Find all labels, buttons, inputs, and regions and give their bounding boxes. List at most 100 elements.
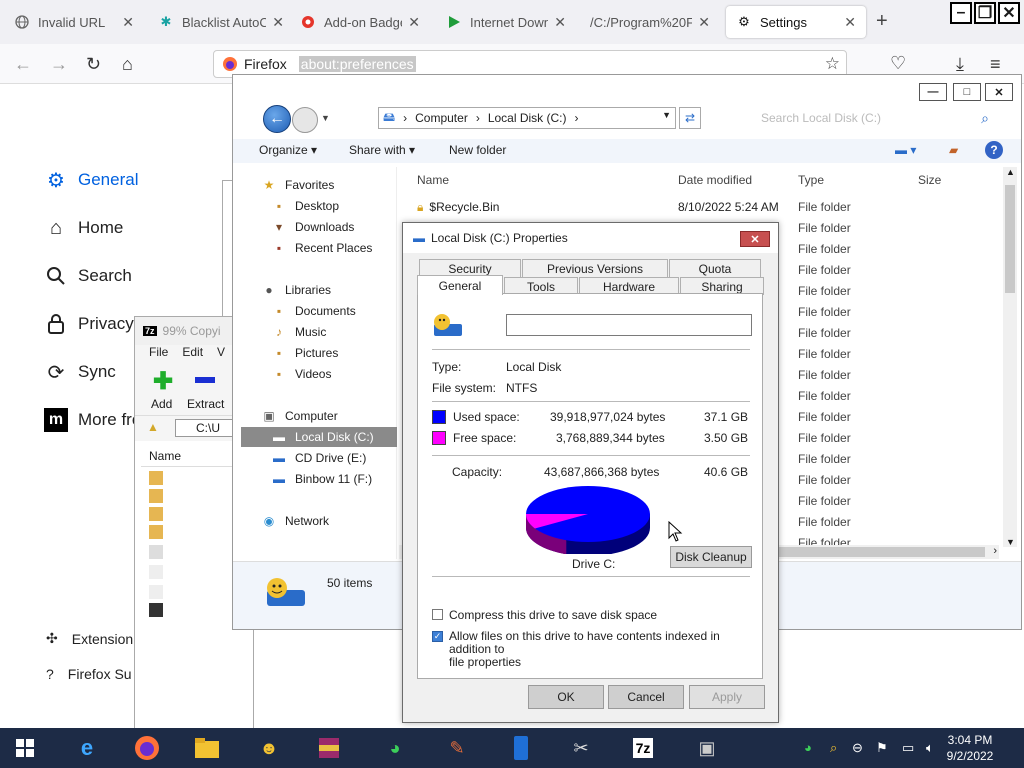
- add-label[interactable]: Add: [151, 397, 172, 411]
- index-files-checkbox[interactable]: ✓ Allow files on this drive to have cont…: [432, 630, 762, 669]
- breadcrumb-computer[interactable]: Computer: [415, 111, 468, 125]
- scroll-down-icon[interactable]: ▼: [1006, 537, 1015, 547]
- tab-blacklist[interactable]: ✱ Blacklist AutoCl ✕: [148, 6, 294, 38]
- yahoo-messenger-icon[interactable]: ☻: [252, 732, 286, 764]
- back-icon[interactable]: ←: [14, 54, 32, 75]
- bookmark-star-icon[interactable]: ☆: [825, 54, 840, 74]
- nav-documents[interactable]: ▪ Documents: [271, 301, 356, 321]
- new-folder-button[interactable]: New folder: [449, 143, 506, 157]
- computer-app-icon[interactable]: ▣: [690, 732, 724, 764]
- extract-label[interactable]: Extract: [187, 397, 224, 411]
- nav-recent-places[interactable]: ▪ Recent Places: [271, 238, 373, 258]
- compress-drive-checkbox[interactable]: Compress this drive to save disk space: [432, 608, 657, 622]
- nav-music[interactable]: ♪ Music: [271, 322, 326, 342]
- file-explorer-icon[interactable]: [190, 732, 224, 764]
- menu-view[interactable]: V: [217, 345, 225, 365]
- address-dropdown-icon[interactable]: ▼: [662, 110, 671, 120]
- tray-volume-icon[interactable]: 🔈︎: [926, 740, 934, 756]
- folder-icon[interactable]: [149, 525, 163, 539]
- scroll-thumb[interactable]: [1005, 185, 1015, 293]
- snipping-tool-icon[interactable]: ✂: [564, 732, 598, 764]
- nav-cd-drive-e[interactable]: ▬ CD Drive (E:): [271, 448, 366, 468]
- menu-edit[interactable]: Edit: [182, 345, 203, 365]
- vertical-scrollbar[interactable]: ▲ ▼: [1003, 167, 1017, 547]
- menu-file[interactable]: File: [149, 345, 168, 365]
- breadcrumb-local-disk[interactable]: Local Disk (C:): [488, 111, 567, 125]
- column-date-modified[interactable]: Date modified: [678, 173, 752, 187]
- address-bar[interactable]: 🖴 › Computer › Local Disk (C:) › ▼: [378, 107, 676, 129]
- nav-binbow-f[interactable]: ▬ Binbow 11 (F:): [271, 469, 372, 489]
- refresh-button[interactable]: ⇄: [679, 107, 701, 129]
- scroll-right-icon[interactable]: ›: [993, 545, 997, 557]
- nav-videos[interactable]: ▪ Videos: [271, 364, 332, 384]
- tab-addon-badges[interactable]: Add-on Badges ✕: [290, 6, 430, 38]
- pref-general[interactable]: ⚙ General: [44, 168, 138, 192]
- folder-icon[interactable]: [149, 471, 163, 485]
- clock[interactable]: 3:04 PM 9/2/2022: [940, 732, 1000, 764]
- pref-more-from-mozilla[interactable]: m More fro: [44, 408, 141, 432]
- downloads-icon[interactable]: ⤓: [956, 54, 964, 75]
- nav-downloads[interactable]: ▾ Downloads: [271, 217, 354, 237]
- back-button[interactable]: ←: [263, 105, 291, 133]
- 7zip-taskbar-icon[interactable]: 7z: [626, 732, 660, 764]
- minimize-button[interactable]: –: [950, 2, 972, 24]
- close-tab-icon[interactable]: ✕: [408, 14, 420, 31]
- paint-app-icon[interactable]: ✎: [440, 732, 474, 764]
- pref-search[interactable]: Search: [44, 264, 132, 288]
- pref-sync[interactable]: ⟳ Sync: [44, 360, 116, 384]
- search-icon[interactable]: ⌕: [981, 110, 989, 127]
- nav-pictures[interactable]: ▪ Pictures: [271, 343, 339, 363]
- column-type[interactable]: Type: [798, 173, 824, 187]
- nav-libraries[interactable]: ● Libraries: [261, 280, 331, 300]
- close-tab-icon[interactable]: ✕: [698, 14, 710, 31]
- nav-network[interactable]: ◉ Network: [261, 511, 329, 531]
- phone-app-icon[interactable]: [504, 732, 538, 764]
- forward-icon[interactable]: →: [50, 54, 68, 75]
- tray-network-icon[interactable]: ◕: [804, 740, 812, 755]
- tab-invalid-url[interactable]: Invalid URL ✕: [4, 6, 144, 38]
- up-folder-icon[interactable]: ▲: [147, 420, 159, 434]
- breadcrumb-separator-icon[interactable]: ›: [403, 111, 407, 125]
- column-name[interactable]: Name: [417, 173, 449, 187]
- pocket-icon[interactable]: ♡: [890, 53, 906, 74]
- network-app-icon[interactable]: ◕: [378, 732, 412, 764]
- winrar-icon[interactable]: [312, 732, 346, 764]
- file-icon[interactable]: [149, 565, 163, 579]
- start-button[interactable]: [8, 732, 42, 764]
- view-options-icon[interactable]: ▬ ▾: [895, 143, 916, 157]
- nav-local-disk-c[interactable]: ▬ Local Disk (C:): [241, 427, 397, 447]
- close-tab-icon[interactable]: ✕: [844, 14, 856, 31]
- tab-quota[interactable]: Quota: [669, 259, 761, 277]
- breadcrumb-separator-icon[interactable]: ›: [476, 111, 480, 125]
- file-icon[interactable]: [149, 545, 163, 559]
- new-tab-button[interactable]: +: [876, 10, 888, 33]
- firefox-icon[interactable]: [130, 732, 164, 764]
- close-tab-icon[interactable]: ✕: [122, 14, 134, 31]
- share-with-menu[interactable]: Share with ▾: [349, 143, 415, 157]
- tab-settings[interactable]: ⚙ Settings ✕: [726, 6, 866, 38]
- drive-label-input[interactable]: [507, 315, 751, 335]
- tab-general[interactable]: General: [417, 275, 503, 295]
- home-icon[interactable]: ⌂: [122, 54, 133, 75]
- url-text[interactable]: about:preferences: [298, 56, 416, 72]
- pref-extensions[interactable]: ✣ Extension: [46, 630, 133, 647]
- forward-button[interactable]: [292, 107, 318, 133]
- identity-box[interactable]: Firefox: [222, 56, 287, 72]
- organize-menu[interactable]: Organize ▾: [259, 143, 317, 157]
- help-icon[interactable]: ?: [985, 141, 1003, 159]
- internet-explorer-icon[interactable]: e: [70, 732, 104, 764]
- checkbox-box[interactable]: [432, 609, 443, 620]
- history-dropdown-icon[interactable]: ▼: [321, 113, 330, 123]
- restore-button[interactable]: ❐: [974, 2, 996, 24]
- explorer-close-button[interactable]: ✕: [985, 83, 1013, 101]
- cancel-button[interactable]: Cancel: [608, 685, 684, 709]
- file-row[interactable]: 🔒︎ $Recycle.Bin 8/10/2022 5:24 AM: [417, 197, 779, 217]
- scroll-up-icon[interactable]: ▲: [1006, 167, 1015, 177]
- close-tab-icon[interactable]: ✕: [272, 14, 284, 31]
- tab-previous-versions[interactable]: Previous Versions: [522, 259, 668, 277]
- ok-button[interactable]: OK: [528, 685, 604, 709]
- apply-button[interactable]: Apply: [689, 685, 765, 709]
- explorer-maximize-button[interactable]: □: [953, 83, 981, 101]
- breadcrumb-separator-icon[interactable]: ›: [575, 111, 579, 125]
- nav-computer[interactable]: ▣ Computer: [261, 406, 337, 426]
